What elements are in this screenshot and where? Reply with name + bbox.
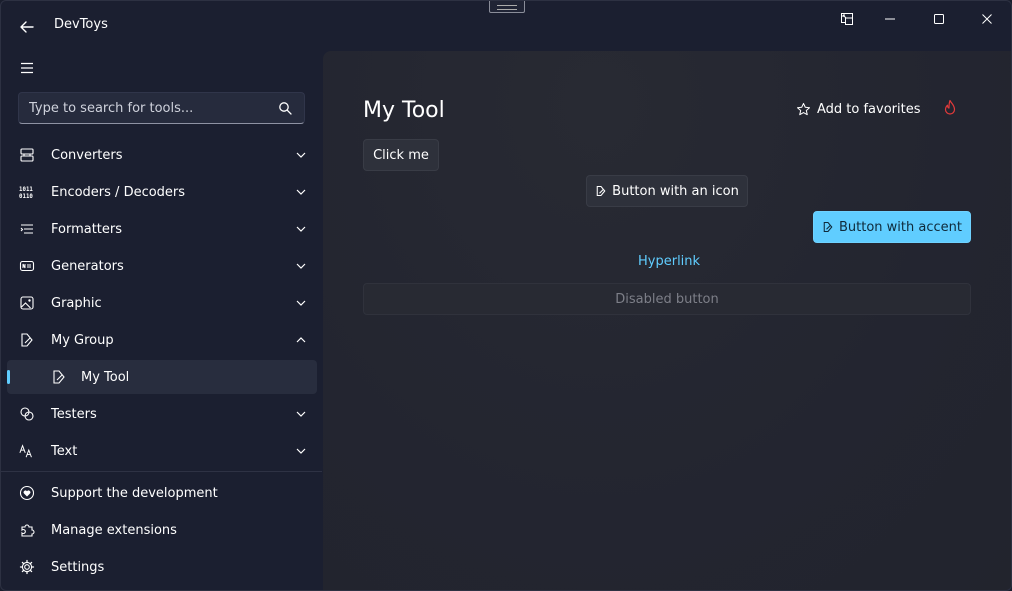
title-bar: DevToys	[1, 1, 1011, 51]
sidebar-item-encoders-decoders[interactable]: 1011 0110 Encoders / Decoders	[7, 175, 317, 209]
sidebar-item-label: My Group	[51, 332, 114, 348]
disabled-button-label: Disabled button	[615, 291, 719, 307]
chevron-up-icon	[295, 334, 307, 346]
chevron-down-icon	[295, 297, 307, 309]
sidebar-item-label: Graphic	[51, 295, 102, 311]
sidebar-item-settings[interactable]: Settings	[7, 550, 317, 584]
maximize-button[interactable]	[916, 5, 962, 33]
sidebar-item-my-group[interactable]: My Group	[7, 323, 317, 357]
sidebar-item-generators[interactable]: Generators	[7, 249, 317, 283]
chevron-down-icon	[295, 445, 307, 457]
sidebar-item-converters[interactable]: Converters	[7, 138, 317, 172]
sidebar: Converters 10110110 Encoders / Decoders …	[1, 51, 322, 590]
testers-icon	[19, 406, 35, 422]
disabled-button: Disabled button	[363, 283, 971, 315]
chevron-down-icon	[295, 223, 307, 235]
gear-icon	[19, 559, 35, 575]
search-box	[18, 92, 305, 124]
sidebar-item-label: Generators	[51, 258, 124, 274]
binary-icon: 1011 0110	[19, 184, 35, 200]
page-title: My Tool	[363, 98, 445, 123]
sidebar-item-label: Settings	[51, 559, 105, 575]
flame-button[interactable]	[943, 99, 959, 117]
chevron-down-icon	[295, 186, 307, 198]
compact-overlay-icon	[841, 13, 853, 25]
close-icon	[982, 14, 992, 24]
button-with-icon[interactable]: Button with an icon	[586, 175, 748, 207]
accent-button-label: Button with accent	[839, 219, 962, 235]
back-button[interactable]	[15, 15, 39, 39]
sidebar-item-label: Testers	[51, 406, 97, 422]
click-me-button[interactable]: Click me	[363, 139, 439, 171]
sidebar-item-label: Formatters	[51, 221, 123, 237]
sidebar-item-text[interactable]: Text	[7, 434, 317, 468]
text-icon	[19, 443, 35, 459]
chevron-down-icon	[295, 149, 307, 161]
app-window: DevToys Type to search for tools... Conv…	[0, 0, 1012, 591]
accent-button[interactable]: Button with accent	[813, 211, 971, 243]
pen-icon	[595, 185, 607, 197]
hamburger-menu-button[interactable]	[15, 56, 39, 80]
generators-icon	[19, 258, 35, 274]
add-to-favorites-label: Add to favorites	[817, 101, 921, 117]
minimize-button[interactable]	[867, 5, 913, 33]
chevron-down-icon	[295, 408, 307, 420]
sidebar-divider	[1, 471, 322, 472]
sidebar-item-label: Support the development	[51, 485, 218, 501]
converters-icon	[19, 147, 35, 163]
formatters-icon	[19, 221, 35, 237]
hamburger-icon	[21, 62, 33, 74]
compact-overlay-button[interactable]	[824, 5, 870, 33]
sidebar-item-testers[interactable]: Testers	[7, 397, 317, 431]
sidebar-item-graphic[interactable]: Graphic	[7, 286, 317, 320]
pen-icon	[822, 221, 834, 233]
search-input[interactable]	[19, 100, 269, 116]
sidebar-item-label: Manage extensions	[51, 522, 177, 538]
sidebar-item-manage-extensions[interactable]: Manage extensions	[7, 513, 317, 547]
sidebar-item-label: Text	[51, 443, 78, 459]
svg-text:0110: 0110	[19, 194, 33, 200]
sidebar-item-my-tool[interactable]: My Tool	[7, 360, 317, 394]
sidebar-item-label: Encoders / Decoders	[51, 184, 186, 200]
sidebar-item-support[interactable]: Support the development	[7, 476, 317, 510]
sidebar-item-label: Converters	[51, 147, 123, 163]
puzzle-icon	[19, 522, 35, 538]
flame-icon	[944, 99, 956, 115]
tool-content: My Tool Add to favorites Click me Button…	[323, 51, 1011, 590]
hyperlink[interactable]: Hyperlink	[638, 254, 700, 269]
selection-indicator	[7, 370, 10, 384]
star-icon	[796, 102, 811, 115]
chevron-down-icon	[295, 260, 307, 272]
add-to-favorites-button[interactable]: Add to favorites	[796, 98, 921, 120]
image-icon	[19, 295, 35, 311]
pen-icon	[51, 369, 67, 385]
maximize-icon	[934, 14, 944, 24]
search-icon[interactable]	[278, 101, 292, 115]
drag-handle[interactable]	[489, 1, 525, 13]
button-with-icon-label: Button with an icon	[612, 183, 739, 199]
minimize-icon	[885, 18, 895, 20]
click-me-label: Click me	[373, 147, 429, 163]
sidebar-item-formatters[interactable]: Formatters	[7, 212, 317, 246]
svg-text:1011: 1011	[19, 187, 33, 193]
close-button[interactable]	[964, 5, 1010, 33]
heart-icon	[19, 485, 35, 501]
pen-icon	[19, 332, 35, 348]
sidebar-item-label: My Tool	[81, 369, 130, 385]
arrow-left-icon	[20, 21, 34, 33]
app-title: DevToys	[54, 17, 108, 32]
